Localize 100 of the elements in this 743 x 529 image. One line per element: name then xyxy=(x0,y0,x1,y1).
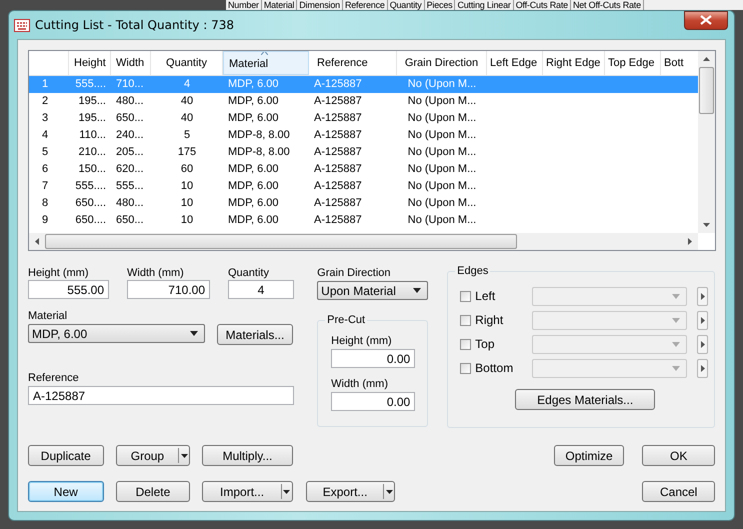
arrow-button[interactable] xyxy=(697,310,708,330)
dialog-button[interactable]: OK xyxy=(642,445,716,466)
down-arrow-icon[interactable] xyxy=(703,223,710,227)
height-field[interactable]: 555.00 xyxy=(28,280,109,299)
table-cell-text: 40 xyxy=(180,111,194,126)
table-cell-text: MDP, 6.00 xyxy=(227,213,280,228)
dialog-button[interactable]: Export... xyxy=(306,481,396,502)
checkbox[interactable] xyxy=(460,338,472,350)
dialog-button[interactable]: Import... xyxy=(202,481,293,502)
table-row[interactable]: 7 555.... 555... 10 MDP, 6.00 A-125887 No (Upon M... xyxy=(29,178,698,195)
table-cell-text: No (Upon M... xyxy=(406,162,478,177)
table-row[interactable]: 2 195... 480... 40 MDP, 6.00 A-125887 No (Upon M... xyxy=(29,93,698,110)
caret-icon xyxy=(672,342,680,346)
table-cell-text: MDP, 6.00 xyxy=(227,111,280,126)
table-cell-text: A-125887 xyxy=(313,77,363,92)
table-cell-text: 8 xyxy=(41,196,50,211)
close-button[interactable] xyxy=(684,10,728,30)
table-cell-text: 6 xyxy=(41,162,50,177)
table-cell-text: A-125887 xyxy=(313,162,363,177)
pre-cut-height-field[interactable]: 0.00 xyxy=(331,349,416,368)
table-cell-text: No (Upon M... xyxy=(406,77,478,92)
table-cell-text: 555.... xyxy=(74,77,107,92)
field-label: Grain Direction xyxy=(317,267,392,280)
caret-icon xyxy=(672,366,680,370)
table-row[interactable]: 6 150... 620... 60 MDP, 6.00 A-125887 No (Upon M... xyxy=(29,161,698,178)
close-icon xyxy=(700,15,712,25)
table-cell-text: 240... xyxy=(115,128,145,143)
field-label: Quantity xyxy=(228,267,270,280)
table-cell-text: 210... xyxy=(77,145,107,160)
dialog-button[interactable]: Group xyxy=(116,445,190,466)
field-label: Width (mm) xyxy=(127,267,185,280)
up-arrow-icon[interactable] xyxy=(703,57,710,61)
dialog-button[interactable]: Delete xyxy=(116,481,190,502)
play-icon xyxy=(700,364,705,372)
caret-icon xyxy=(386,490,393,494)
table-cell-text: A-125887 xyxy=(313,145,363,160)
arrow-button[interactable] xyxy=(697,358,708,378)
left-arrow-icon[interactable] xyxy=(35,238,39,245)
edges-materials-button[interactable]: Edges Materials... xyxy=(515,389,656,410)
pre-cut-width-field[interactable]: 0.00 xyxy=(331,392,416,411)
caret-icon xyxy=(413,288,422,293)
group-title: Edges xyxy=(455,265,490,278)
table-cell-text: 650.... xyxy=(74,213,107,228)
table-cell-text: 40 xyxy=(180,94,194,109)
caret-icon xyxy=(672,294,680,298)
table-cell-text: 110... xyxy=(78,128,107,143)
dialog-button[interactable]: New xyxy=(28,481,104,502)
window-title: Cutting List - Total Quantity : 738 xyxy=(35,18,234,32)
grain-direction-dropdown[interactable]: Upon Material xyxy=(317,281,428,300)
table-row[interactable]: 5 210... 205... 175 MDP-8, 8.00 A-125887 No (Upon M... xyxy=(29,144,698,161)
arrow-button[interactable] xyxy=(697,334,708,354)
table-row[interactable]: 3 195... 650... 40 MDP, 6.00 A-125887 No (Upon M... xyxy=(29,110,698,127)
table-row[interactable]: 9 650.... 650... 10 MDP, 6.00 A-125887 No (Upon M... xyxy=(29,212,698,229)
table-cell-text: 555.... xyxy=(74,179,107,194)
checkbox[interactable] xyxy=(460,290,472,302)
field-label: Material xyxy=(28,310,68,323)
dialog-button[interactable]: Optimize xyxy=(554,445,624,466)
table-cell-text: 4 xyxy=(41,128,50,143)
quantity-field[interactable]: 4 xyxy=(228,280,294,299)
table-cell-text: No (Upon M... xyxy=(406,179,478,194)
table-cell-text: No (Upon M... xyxy=(406,213,478,228)
table-cell-text: A-125887 xyxy=(313,111,363,126)
table-cell-text: No (Upon M... xyxy=(406,128,478,143)
play-icon xyxy=(700,340,705,348)
horizontal-scrollbar[interactable] xyxy=(29,233,698,250)
reference-field[interactable]: A-125887 xyxy=(28,386,294,405)
table-cell-text: No (Upon M... xyxy=(406,196,478,211)
table-cell-text: 2 xyxy=(41,94,50,109)
arrow-button[interactable] xyxy=(697,286,708,306)
scrollbar-thumb[interactable] xyxy=(699,67,714,114)
table-row[interactable]: 4 110... 240... 5 MDP-8, 8.00 A-125887 No (Upon M... xyxy=(29,127,698,144)
table-cell-text: MDP, 6.00 xyxy=(227,77,280,92)
checkbox[interactable] xyxy=(460,362,472,374)
material-dropdown[interactable]: MDP, 6.00 xyxy=(28,324,205,343)
dialog-button[interactable]: Duplicate xyxy=(28,445,104,466)
materials-button[interactable]: Materials... xyxy=(217,324,293,345)
table-cell-text: MDP-8, 8.00 xyxy=(227,128,291,143)
table-cell-text: A-125887 xyxy=(313,179,363,194)
column-header[interactable]: Material xyxy=(223,51,309,75)
checkbox-label: Left xyxy=(475,289,496,303)
table-cell-text: MDP, 6.00 xyxy=(227,94,280,109)
table-cell-text: 175 xyxy=(176,145,198,160)
table-cell-text: 620... xyxy=(115,162,145,177)
column-header[interactable]: Top Edge xyxy=(605,51,661,75)
keyboard-icon xyxy=(14,18,30,32)
checkbox[interactable] xyxy=(460,314,472,326)
checkbox-label: Top xyxy=(475,337,496,351)
width-field[interactable]: 710.00 xyxy=(127,280,210,299)
scrollbar-thumb[interactable] xyxy=(45,234,517,249)
dialog-button[interactable]: Multiply... xyxy=(202,445,293,466)
dialog-button[interactable]: Cancel xyxy=(642,481,715,502)
table-cell-text: 650.... xyxy=(74,196,107,211)
table-cell-text: No (Upon M... xyxy=(406,145,478,160)
table-row[interactable]: 8 650.... 480... 10 MDP, 6.00 A-125887 No (Upon M... xyxy=(29,195,698,212)
right-arrow-icon[interactable] xyxy=(688,238,692,245)
caret-icon xyxy=(283,490,290,494)
table-cell-text: No (Upon M... xyxy=(406,111,478,126)
field-label: Width (mm) xyxy=(331,378,389,391)
table-cell-text: 1 xyxy=(41,77,50,92)
vertical-scrollbar[interactable] xyxy=(698,51,715,233)
